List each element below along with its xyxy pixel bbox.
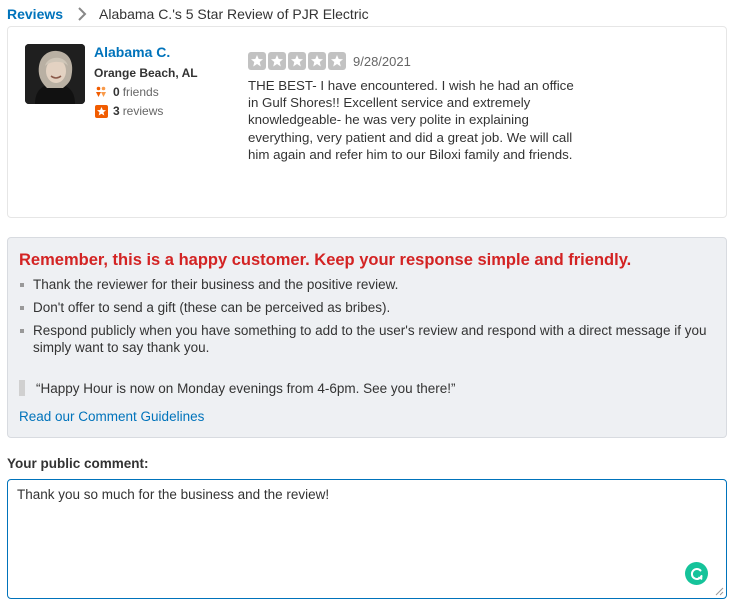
review-body: 9/28/2021 THE BEST- I have encountered. … bbox=[248, 51, 578, 163]
quote-bar bbox=[19, 380, 25, 396]
reviews-count: 3 reviews bbox=[94, 103, 198, 119]
review-text: THE BEST- I have encountered. I wish he … bbox=[248, 78, 574, 162]
public-comment-label: Your public comment: bbox=[7, 456, 149, 471]
review-card: Alabama C. Orange Beach, AL 0 friends 3 … bbox=[7, 26, 727, 218]
resize-grip-icon[interactable] bbox=[715, 587, 724, 596]
reviewer-name[interactable]: Alabama C. bbox=[94, 43, 198, 61]
example-quote-text: “Happy Hour is now on Monday evenings fr… bbox=[36, 380, 456, 396]
example-quote: “Happy Hour is now on Monday evenings fr… bbox=[19, 379, 455, 397]
public-comment-input[interactable]: Thank you so much for the business and t… bbox=[8, 480, 726, 598]
breadcrumb-current: Alabama C.'s 5 Star Review of PJR Electr… bbox=[99, 6, 369, 22]
tip-item: Don't offer to send a gift (these can be… bbox=[20, 299, 710, 316]
star-icon bbox=[308, 52, 326, 70]
friends-count-value: 0 bbox=[113, 85, 120, 99]
avatar[interactable] bbox=[25, 44, 85, 104]
reviewer-location: Orange Beach, AL bbox=[94, 66, 198, 80]
star-icon bbox=[248, 52, 266, 70]
tip-item: Respond publicly when you have something… bbox=[20, 322, 710, 356]
reviews-count-value: 3 bbox=[113, 104, 120, 118]
review-date: 9/28/2021 bbox=[353, 53, 411, 69]
chevron-right-icon bbox=[74, 6, 90, 22]
public-comment-box: Thank you so much for the business and t… bbox=[7, 479, 727, 599]
grammar-assistant-icon[interactable] bbox=[685, 562, 708, 585]
star-rating bbox=[248, 52, 346, 70]
rating-row: 9/28/2021 bbox=[248, 51, 578, 71]
review-star-icon bbox=[94, 104, 108, 118]
friends-label: friends bbox=[122, 85, 159, 99]
tips-list: Thank the reviewer for their business an… bbox=[20, 276, 710, 362]
comment-guidelines-link[interactable]: Read our Comment Guidelines bbox=[19, 409, 204, 424]
friends-icon bbox=[94, 85, 108, 99]
reviews-label: reviews bbox=[122, 104, 164, 118]
star-icon bbox=[328, 52, 346, 70]
friends-count: 0 friends bbox=[94, 84, 198, 100]
tip-item: Thank the reviewer for their business an… bbox=[20, 276, 710, 293]
response-tips-panel: Remember, this is a happy customer. Keep… bbox=[7, 237, 727, 438]
reviewer-info: Alabama C. Orange Beach, AL 0 friends 3 … bbox=[94, 43, 198, 119]
breadcrumb-reviews-link[interactable]: Reviews bbox=[7, 6, 63, 22]
star-icon bbox=[268, 52, 286, 70]
star-icon bbox=[288, 52, 306, 70]
breadcrumb: Reviews Alabama C.'s 5 Star Review of PJ… bbox=[7, 5, 369, 23]
tips-heading: Remember, this is a happy customer. Keep… bbox=[19, 251, 632, 269]
